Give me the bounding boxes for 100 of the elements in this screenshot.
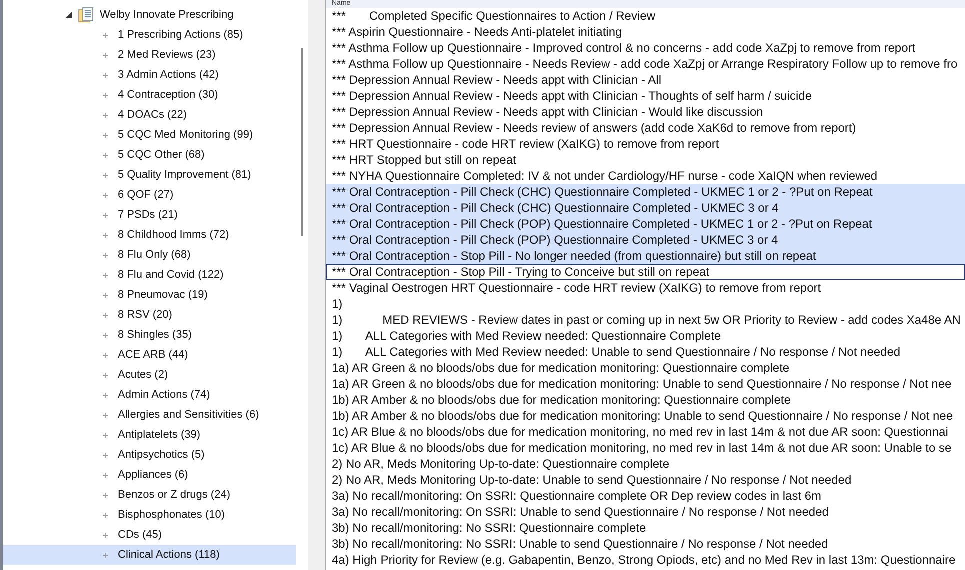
- list-row[interactable]: 1) MED REVIEWS - Review dates in past or coming up in next 5w OR Priority to Review - add codes Xa48e AN: [326, 312, 965, 328]
- tree-item[interactable]: Allergies and Sensitivities (6): [3, 405, 296, 425]
- bullet-icon: [103, 272, 108, 278]
- list-row[interactable]: *** Asthma Follow up Questionnaire - Needs Review - add code XaZpj or Arrange Respiratory Follow up to remove fro: [326, 56, 965, 72]
- list-row[interactable]: 3b) No recall/monitoring: No SSRI: Questionnaire complete: [326, 520, 965, 536]
- list-row[interactable]: 1) ALL Categories with Med Review needed: Questionnaire Complete: [326, 328, 965, 344]
- tree-item[interactable]: 6 QOF (27): [3, 185, 296, 205]
- bullet-icon: [103, 292, 108, 298]
- tree-item[interactable]: 8 Flu and Covid (122): [3, 265, 296, 285]
- tree-item-label: 4 Contraception (30): [118, 89, 218, 101]
- list-row[interactable]: *** Oral Contraception - Stop Pill - No longer needed (from questionnaire) but still on repeat: [326, 248, 965, 264]
- bullet-icon: [103, 372, 108, 378]
- bullet-icon: [103, 132, 108, 138]
- tree-item-label: Benzos or Z drugs (24): [118, 489, 230, 501]
- list-row[interactable]: 3a) No recall/monitoring: On SSRI: Unable to send Questionnaire / No response / Not needed: [326, 504, 965, 520]
- tree-item[interactable]: ACE ARB (44): [3, 345, 296, 365]
- tree-item[interactable]: Antiplatelets (39): [3, 425, 296, 445]
- bullet-icon: [103, 232, 108, 238]
- bullet-icon: [103, 412, 108, 418]
- tree-item-label: 5 Quality Improvement (81): [118, 169, 252, 181]
- tree-item[interactable]: Antipsychotics (5): [3, 445, 296, 465]
- tree-item-label: 1 Prescribing Actions (85): [118, 29, 244, 41]
- tree-item-label: 8 Pneumovac (19): [118, 289, 208, 301]
- tree-item-label: Appliances (6): [118, 469, 188, 481]
- bullet-icon: [103, 472, 108, 478]
- tree-item[interactable]: Bisphosphonates (10): [3, 505, 296, 525]
- list-row[interactable]: *** Depression Annual Review - Needs appt with Clinician - All: [326, 72, 965, 88]
- list-row[interactable]: *** HRT Stopped but still on repeat: [326, 152, 965, 168]
- tree-item[interactable]: 3 Admin Actions (42): [3, 65, 296, 85]
- tree-item[interactable]: Appliances (6): [3, 465, 296, 485]
- bullet-icon: [103, 32, 108, 38]
- tree-item-label: 5 CQC Other (68): [118, 149, 205, 161]
- tree-item-label: 5 CQC Med Monitoring (99): [118, 129, 254, 141]
- tree-item-label: Antiplatelets (39): [118, 429, 201, 441]
- list-row[interactable]: 1) ALL Categories with Med Review needed: Unable to send Questionnaire / No response / Not needed: [326, 344, 965, 360]
- tree-item[interactable]: 8 Flu Only (68): [3, 245, 296, 265]
- list-row[interactable]: *** NYHA Questionnaire Completed: IV & not under Cardiology/HF nurse - code XaIQN when reviewed: [326, 168, 965, 184]
- bullet-icon: [103, 392, 108, 398]
- tree-item-label: Admin Actions (74): [118, 389, 210, 401]
- tree-item-label: 7 PSDs (21): [118, 209, 178, 221]
- list-row[interactable]: *** Asthma Follow up Questionnaire - Improved control & no concerns - add code XaZpj to remove from report: [326, 40, 965, 56]
- tree-item[interactable]: 4 Contraception (30): [3, 85, 296, 105]
- tree-item[interactable]: 2 Med Reviews (23): [3, 45, 296, 65]
- tree-item[interactable]: 7 PSDs (21): [3, 205, 296, 225]
- bullet-icon: [103, 192, 108, 198]
- tree-item[interactable]: 1 Prescribing Actions (85): [3, 25, 296, 45]
- tree-item[interactable]: 8 RSV (20): [3, 305, 296, 325]
- tree-item-label: 8 Flu and Covid (122): [118, 269, 224, 281]
- list-row[interactable]: 1a) AR Green & no bloods/obs due for medication monitoring: Unable to send Questionnaire / No response / Not nee: [326, 376, 965, 392]
- list-row[interactable]: 2) No AR, Meds Monitoring Up-to-date: Questionnaire complete: [326, 456, 965, 472]
- list-row[interactable]: 3b) No recall/monitoring: No SSRI: Unable to send Questionnaire / No response / Not needed: [326, 536, 965, 552]
- tree-item[interactable]: 8 Shingles (35): [3, 325, 296, 345]
- list-row[interactable]: 1b) AR Amber & no bloods/obs due for medication monitoring: Unable to send Questionnaire / No response / Not nee: [326, 408, 965, 424]
- list-row[interactable]: *** Aspirin Questionnaire - Needs Anti-platelet initiating: [326, 24, 965, 40]
- tree-item-label: 8 Childhood Imms (72): [118, 229, 230, 241]
- tree-item[interactable]: Benzos or Z drugs (24): [3, 485, 296, 505]
- list-row[interactable]: *** Oral Contraception - Pill Check (POP) Questionnaire Completed - UKMEC 3 or 4: [326, 232, 965, 248]
- list-row[interactable]: 4a) High Priority for Review (e.g. Gabapentin, Benzo, Strong Opiods, etc) and no Med Rev in last 13m: Questionnaire: [326, 552, 965, 568]
- tree-item-label: 4 DOACs (22): [118, 109, 188, 121]
- list-row[interactable]: 1): [326, 296, 965, 312]
- list-row[interactable]: *** Depression Annual Review - Needs appt with Clinician - Would like discussion: [326, 104, 965, 120]
- bullet-icon: [103, 112, 108, 118]
- tree-item-label: Clinical Actions (118): [118, 549, 220, 561]
- list-row[interactable]: *** Depression Annual Review - Needs review of answers (add code XaK6d to remove from report): [326, 120, 965, 136]
- expand-toggle-icon[interactable]: [65, 11, 73, 19]
- tree-item-label: Welby Innovate Prescribing: [100, 9, 234, 21]
- list-row[interactable]: 1c) AR Blue & no bloods/obs due for medication monitoring, no med rev in last 14m & not due AR soon: Questionnai: [326, 424, 965, 440]
- tree-item[interactable]: Acutes (2): [3, 365, 296, 385]
- list-row[interactable]: *** Oral Contraception - Stop Pill - Trying to Conceive but still on repeat: [326, 264, 965, 280]
- list-row[interactable]: *** Oral Contraception - Pill Check (CHC) Questionnaire Completed - UKMEC 1 or 2 - ?Put on Repeat: [326, 184, 965, 200]
- list-row[interactable]: *** HRT Questionnaire - code HRT review (XaIKG) to remove from report: [326, 136, 965, 152]
- tree-item[interactable]: Clinical Actions (118): [3, 545, 296, 565]
- list-row[interactable]: 1b) AR Amber & no bloods/obs due for medication monitoring: Questionnaire complete: [326, 392, 965, 408]
- list-row[interactable]: 1a) AR Green & no bloods/obs due for medication monitoring: Questionnaire complete: [326, 360, 965, 376]
- tree-item[interactable]: Welby Innovate Prescribing: [3, 5, 296, 25]
- bullet-icon: [103, 212, 108, 218]
- list-row[interactable]: 1c) AR Blue & no bloods/obs due for medication monitoring, no med rev in last 14m & not due AR soon: Unable to se: [326, 440, 965, 456]
- tree-item-label: 8 Flu Only (68): [118, 249, 191, 261]
- tree-item[interactable]: 4 DOACs (22): [3, 105, 296, 125]
- tree-item[interactable]: Admin Actions (74): [3, 385, 296, 405]
- tree-item[interactable]: 8 Pneumovac (19): [3, 285, 296, 305]
- bullet-icon: [103, 72, 108, 78]
- bullet-icon: [103, 252, 108, 258]
- tree-item-label: 8 RSV (20): [118, 309, 172, 321]
- tree-item[interactable]: CDs (45): [3, 525, 296, 545]
- bullet-icon: [103, 452, 108, 458]
- tree-item[interactable]: 5 Quality Improvement (81): [3, 165, 296, 185]
- list-row[interactable]: *** Completed Specific Questionnaires to Action / Review: [326, 8, 965, 24]
- bullet-icon: [103, 52, 108, 58]
- tree-item-label: ACE ARB (44): [118, 349, 188, 361]
- list-row[interactable]: 2) No AR, Meds Monitoring Up-to-date: Unable to send Questionnaire / No response / Not needed: [326, 472, 965, 488]
- tree-item[interactable]: 5 CQC Other (68): [3, 145, 296, 165]
- list-row[interactable]: *** Oral Contraception - Pill Check (POP) Questionnaire Completed - UKMEC 1 or 2 - ?Put on Repeat: [326, 216, 965, 232]
- tree-item[interactable]: 8 Childhood Imms (72): [3, 225, 296, 245]
- tree-item[interactable]: 5 CQC Med Monitoring (99): [3, 125, 296, 145]
- list-row[interactable]: *** Oral Contraception - Pill Check (CHC) Questionnaire Completed - UKMEC 3 or 4: [326, 200, 965, 216]
- scrollbar-thumb[interactable]: [301, 48, 303, 236]
- list-row[interactable]: *** Vaginal Oestrogen HRT Questionnaire - code HRT review (XaIKG) to remove from report: [326, 280, 965, 296]
- list-row[interactable]: 3a) No recall/monitoring: On SSRI: Questionnaire complete OR Dep review codes in last 6m: [326, 488, 965, 504]
- list-row[interactable]: *** Depression Annual Review - Needs appt with Clinician - Thoughts of self harm / suicide: [326, 88, 965, 104]
